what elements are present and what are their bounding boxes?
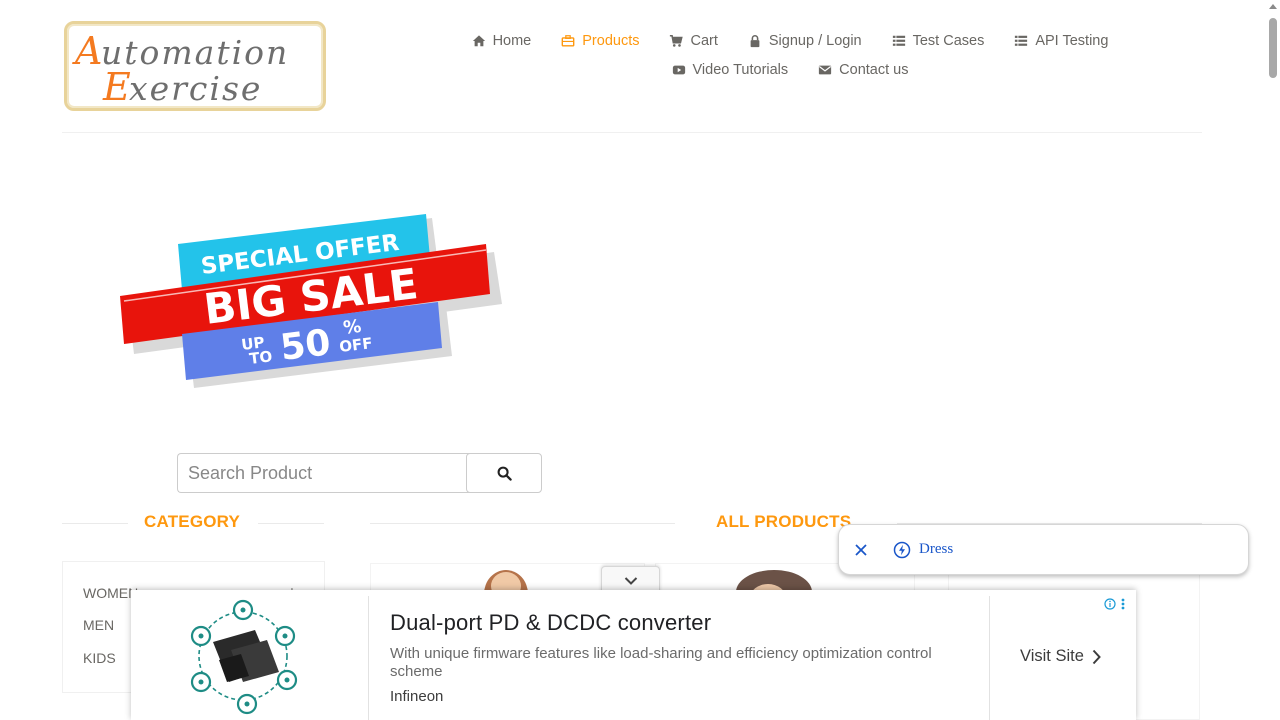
nav-row-1: Home Products Cart Signup / Login Test C… [460,26,1120,55]
ad-description: With unique firmware features like load-… [390,645,932,680]
youtube-icon [672,65,685,74]
search-button[interactable] [466,453,542,493]
nav-label: Contact us [839,61,909,78]
nav-label: Products [582,32,640,49]
nav-row-2: Video Tutorials Contact us [460,55,1120,84]
visit-site-label: Visit Site [1020,647,1084,665]
nav-item-cart[interactable]: Cart [669,32,718,49]
nav-item-api-testing[interactable]: API Testing [1014,33,1108,49]
advertisement-banner[interactable]: Dual-port PD & DCDC converter With uniqu… [131,590,1136,720]
nav-label: Test Cases [912,32,985,49]
nav-label: Signup / Login [768,32,862,49]
list-icon [1015,35,1028,46]
nav-label: Video Tutorials [692,61,789,78]
briefcase-icon [561,34,575,47]
site-logo[interactable]: A utomation E xercise [64,21,326,111]
banner-to: TO [248,347,273,368]
page-scrollbar[interactable] [1265,0,1280,720]
logo-line2-rest: xercise [129,69,262,108]
chevron-right-icon [1092,649,1101,664]
nav-label: API Testing [1035,32,1109,49]
ad-image [190,599,298,715]
category-men[interactable]: MEN [83,617,114,633]
home-icon [472,34,485,46]
ad-divider [368,596,369,720]
category-women[interactable]: WOMEN [83,585,138,601]
chevron-down-icon [624,576,637,585]
nav-label: Home [492,32,532,49]
nav-item-video-tutorials[interactable]: Video Tutorials [672,61,789,78]
search-input[interactable] [177,453,477,493]
header-divider [62,132,1202,133]
ad-brand: Infineon [390,688,444,705]
list-icon [892,35,905,46]
ad-title[interactable]: Dual-port PD & DCDC converter [390,610,711,636]
all-products-title: ALL PRODUCTS [716,512,852,531]
logo-letter-a: A [72,29,102,73]
search-icon [497,466,512,481]
scroll-up-arrow[interactable] [1269,4,1277,9]
banner-fifty: 50 [278,322,333,369]
envelope-icon [819,65,832,74]
lock-icon [750,34,760,47]
more-options-icon[interactable] [1121,598,1125,610]
main-nav: Home Products Cart Signup / Login Test C… [460,26,1120,84]
title-line [62,523,128,524]
ad-choices[interactable] [1104,598,1125,610]
category-title: CATEGORY [144,512,241,531]
title-line [370,523,675,524]
nav-item-contact-us[interactable]: Contact us [818,62,908,78]
visit-site-button[interactable]: Visit Site [1020,647,1101,666]
info-icon[interactable] [1104,598,1116,610]
ad-divider [989,596,990,720]
sale-banner: SPECIAL OFFER BIG SALE UP TO 50 % OFF [116,210,510,395]
suggestion-dress[interactable]: Dress [919,541,953,558]
nav-item-products[interactable]: Products [561,33,639,49]
nav-item-test-cases[interactable]: Test Cases [892,32,985,49]
lightning-icon [893,541,911,559]
search-suggestion-popup: Dress [838,524,1249,575]
site-header: A utomation E xercise Home Products Cart… [0,0,1280,133]
nav-label: Cart [690,32,718,49]
title-line [258,523,324,524]
cart-icon [670,34,684,47]
scrollbar-thumb[interactable] [1269,18,1277,78]
nav-item-home[interactable]: Home [472,32,532,49]
logo-letter-e: E [102,65,131,108]
product-search [177,453,542,493]
nav-item-signup-login[interactable]: Signup / Login [748,33,862,49]
category-kids[interactable]: KIDS [83,650,116,666]
close-icon[interactable] [853,542,869,558]
